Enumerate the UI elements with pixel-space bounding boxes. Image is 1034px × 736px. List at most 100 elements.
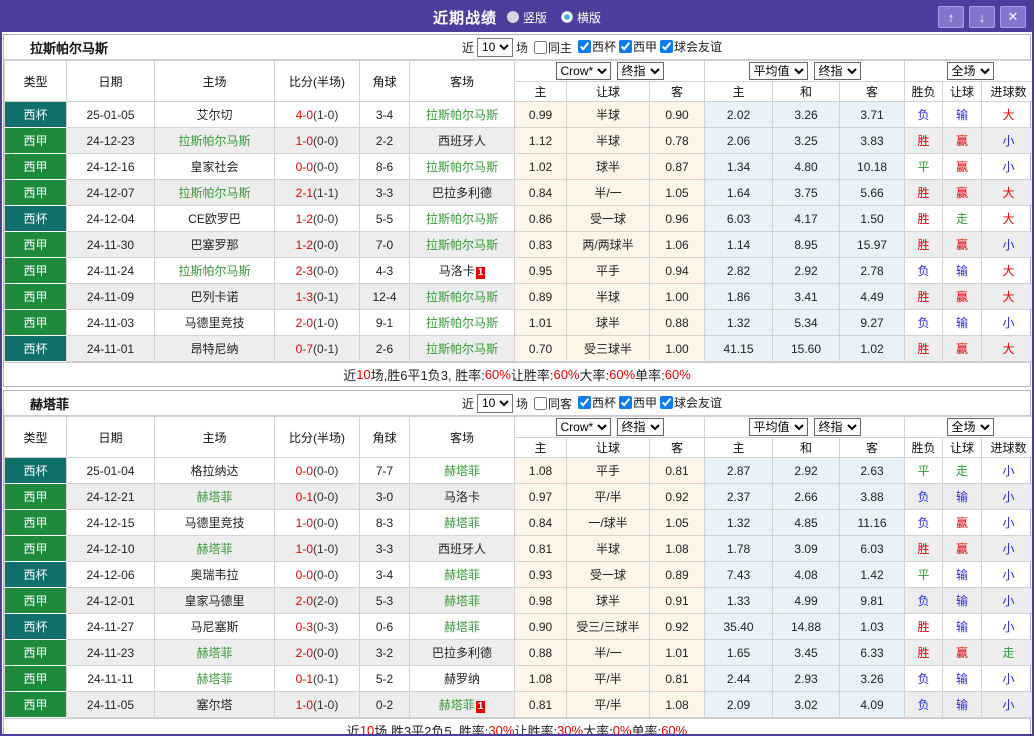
asian-home-odds: 0.81	[514, 691, 567, 718]
final-odds-select-2[interactable]: 终指	[813, 62, 861, 80]
match-date: 24-11-09	[66, 283, 155, 310]
handicap-result: 赢	[942, 639, 983, 666]
corner-count: 2-6	[359, 335, 410, 362]
competition-checkbox[interactable]	[578, 40, 591, 53]
competition-filter[interactable]: 西杯	[575, 394, 616, 411]
asian-away-odds: 1.01	[648, 639, 706, 666]
summary-segment: 10	[359, 723, 375, 736]
halftime-score: (1-1)	[313, 185, 339, 200]
winlose-result: 负	[904, 691, 944, 718]
home-team: 巴列卡诺	[154, 283, 275, 310]
winlose-result: 负	[904, 101, 944, 128]
home-team: 艾尔切	[154, 101, 275, 128]
match-count-select[interactable]: 10	[476, 37, 513, 57]
handicap-line: 球半	[566, 153, 650, 180]
radio-horizontal-layout[interactable]: 横版	[561, 9, 601, 26]
same-venue-filter[interactable]: 同客	[531, 395, 572, 412]
average-odds-select[interactable]: 平均值	[748, 418, 808, 436]
same-venue-checkbox[interactable]	[533, 40, 547, 54]
competition-checkbox[interactable]	[578, 396, 591, 409]
match-count-select[interactable]: 10	[476, 393, 513, 413]
halftime-score: (0-0)	[313, 515, 339, 530]
summary-segment: 场,胜3平2负5, 胜率:	[374, 724, 489, 736]
handicap-line: 平手	[566, 457, 650, 484]
bookmaker-select[interactable]: Crow*	[555, 418, 611, 436]
halftime-score: (1-0)	[313, 541, 339, 556]
bookmaker-select[interactable]: Crow*	[555, 62, 611, 80]
col-asian-away: 客	[648, 437, 706, 458]
corner-count: 7-7	[359, 457, 410, 484]
avg-away-odds: 1.42	[839, 561, 906, 588]
match-row: 西甲 24-12-15 马德里竞技 1-0(0-0) 8-3 赫塔菲 0.84 一/球半 1.0…	[4, 509, 1032, 536]
away-team-name: 拉斯帕尔马斯	[425, 160, 498, 174]
handicap-line: 平/半	[566, 665, 650, 692]
competition-badge: 西杯	[4, 457, 67, 484]
radio-selected-icon[interactable]	[506, 11, 519, 23]
handicap-line: 受一球	[566, 561, 650, 588]
competition-filter[interactable]: 西甲	[616, 38, 657, 55]
competition-badge: 西甲	[4, 283, 67, 310]
avg-away-odds: 3.83	[839, 127, 906, 154]
avg-draw-odds: 3.09	[772, 535, 841, 562]
avg-away-odds: 3.26	[839, 665, 906, 692]
handicap-result: 输	[942, 561, 983, 588]
competition-filter[interactable]: 西甲	[616, 394, 657, 411]
move-down-button[interactable]: ↓	[969, 6, 995, 28]
final-odds-select-2[interactable]: 终指	[813, 418, 861, 436]
competition-label: 球会友谊	[674, 396, 723, 410]
close-button[interactable]: ✕	[1000, 6, 1026, 28]
home-team: 塞尔塔	[154, 691, 275, 718]
away-team-name: 赫塔菲	[443, 594, 480, 608]
competition-filter[interactable]: 球会友谊	[657, 394, 722, 411]
asian-away-odds: 0.92	[648, 613, 706, 640]
avg-draw-odds: 8.95	[772, 231, 841, 258]
home-team-name: 拉斯帕尔马斯	[178, 134, 251, 148]
avg-draw-odds: 15.60	[772, 335, 841, 362]
winlose-result: 平	[904, 561, 944, 588]
away-team: 拉斯帕尔马斯	[409, 335, 515, 362]
competition-badge: 西甲	[4, 509, 67, 536]
avg-draw-odds: 2.92	[772, 257, 841, 284]
avg-home-odds: 35.40	[704, 613, 774, 640]
away-team: 马洛卡 1	[409, 257, 515, 284]
competition-checkbox[interactable]	[660, 40, 674, 53]
score-cell: 2-0(1-0)	[274, 309, 360, 336]
full-match-select[interactable]: 全场	[946, 418, 994, 436]
col-corner: 角球	[359, 60, 410, 102]
competition-checkbox[interactable]	[619, 40, 633, 53]
average-odds-select[interactable]: 平均值	[748, 62, 808, 80]
away-team: 赫塔菲	[409, 587, 515, 614]
asian-home-odds: 0.93	[514, 561, 567, 588]
competition-checkbox[interactable]	[619, 396, 633, 409]
move-up-button[interactable]: ↑	[938, 6, 964, 28]
home-team: 赫塔菲	[154, 483, 275, 510]
final-odds-select[interactable]: 终指	[616, 62, 664, 80]
radio-vertical-layout[interactable]: 竖版	[506, 9, 547, 26]
fulltime-score: 0-0	[295, 567, 313, 582]
col-away: 客场	[409, 60, 515, 102]
home-team: 拉斯帕尔马斯	[154, 179, 275, 206]
handicap-result: 输	[942, 691, 983, 718]
avg-draw-odds: 4.17	[772, 205, 841, 232]
score-cell: 1-0(0-0)	[274, 509, 360, 536]
competition-filter[interactable]: 球会友谊	[657, 38, 722, 55]
competition-badge: 西甲	[4, 665, 67, 692]
halftime-score: (1-0)	[313, 315, 339, 330]
handicap-line: 一/球半	[566, 509, 650, 536]
same-venue-filter[interactable]: 同主	[531, 39, 572, 56]
avg-draw-odds: 4.80	[772, 153, 841, 180]
same-venue-checkbox[interactable]	[533, 396, 547, 410]
match-row: 西杯 25-01-05 艾尔切 4-0(1-0) 3-4 拉斯帕尔马斯 0.99 半球 0.90…	[4, 101, 1032, 128]
full-match-select[interactable]: 全场	[946, 62, 994, 80]
handicap-line: 半球	[566, 127, 650, 154]
away-team: 赫塔菲	[409, 613, 515, 640]
final-odds-select[interactable]: 终指	[616, 418, 664, 436]
score-cell: 1-0(0-0)	[274, 127, 360, 154]
radio-unselected-icon[interactable]	[561, 11, 573, 23]
score-cell: 2-0(2-0)	[274, 587, 360, 614]
competition-filter[interactable]: 西杯	[575, 38, 616, 55]
filter-near-label: 近	[461, 396, 474, 411]
asian-away-odds: 0.81	[648, 665, 706, 692]
match-row: 西甲 24-11-05 塞尔塔 1-0(1-0) 0-2 赫塔菲 1 0.81 平/半 1.08 2…	[4, 691, 1032, 718]
competition-checkbox[interactable]	[660, 396, 674, 409]
